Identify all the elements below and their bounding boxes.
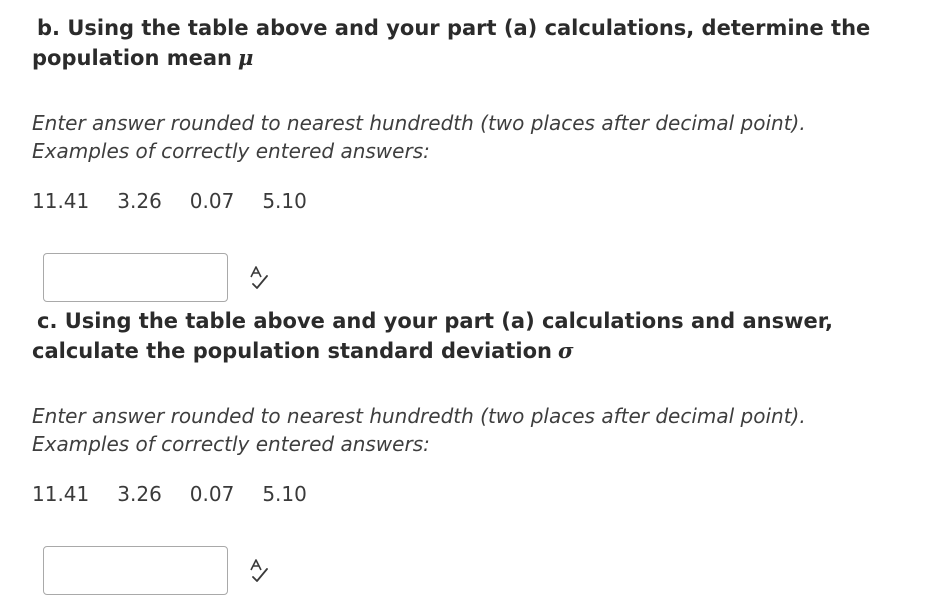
question-b-instruction-line-2: Examples of correctly entered answers:: [32, 139, 430, 163]
question-c-instructions: Enter answer rounded to nearest hundredt…: [32, 402, 912, 458]
sigma-symbol: σ: [557, 338, 574, 363]
question-b-instructions: Enter answer rounded to nearest hundredt…: [32, 109, 912, 165]
spellcheck-icon[interactable]: [248, 265, 270, 290]
question-b-letter: b.: [37, 16, 61, 40]
question-c-examples: 11.41 3.26 0.07 5.10: [32, 480, 912, 508]
mu-symbol: μ: [237, 45, 254, 70]
question-b-text: Using the table above and your part (a) …: [32, 16, 871, 70]
question-b-examples: 11.41 3.26 0.07 5.10: [32, 187, 912, 215]
example-value: 0.07: [189, 482, 235, 506]
example-value: 3.26: [117, 482, 162, 506]
example-value: 3.26: [117, 189, 162, 213]
example-value: 5.10: [262, 482, 307, 506]
question-c-instruction-line-1: Enter answer rounded to nearest hundredt…: [32, 404, 806, 428]
question-b-instruction-line-1: Enter answer rounded to nearest hundredt…: [32, 111, 806, 135]
spellcheck-icon[interactable]: [248, 558, 270, 583]
question-c-instruction-line-2: Examples of correctly entered answers:: [32, 432, 430, 456]
question-part-c: c. Using the table above and your part (…: [32, 307, 912, 595]
example-value: 11.41: [32, 189, 90, 213]
example-value: 11.41: [32, 482, 90, 506]
question-b-answer-row: [43, 253, 912, 302]
question-c-heading: c. Using the table above and your part (…: [32, 307, 912, 366]
question-c-letter: c.: [37, 309, 58, 333]
question-part-b: b. Using the table above and your part (…: [32, 14, 912, 302]
population-mean-input[interactable]: [43, 253, 228, 302]
question-page: b. Using the table above and your part (…: [0, 0, 938, 595]
example-value: 5.10: [262, 189, 307, 213]
question-b-heading: b. Using the table above and your part (…: [32, 14, 912, 73]
example-value: 0.07: [189, 189, 235, 213]
question-c-text: Using the table above and your part (a) …: [32, 309, 833, 363]
